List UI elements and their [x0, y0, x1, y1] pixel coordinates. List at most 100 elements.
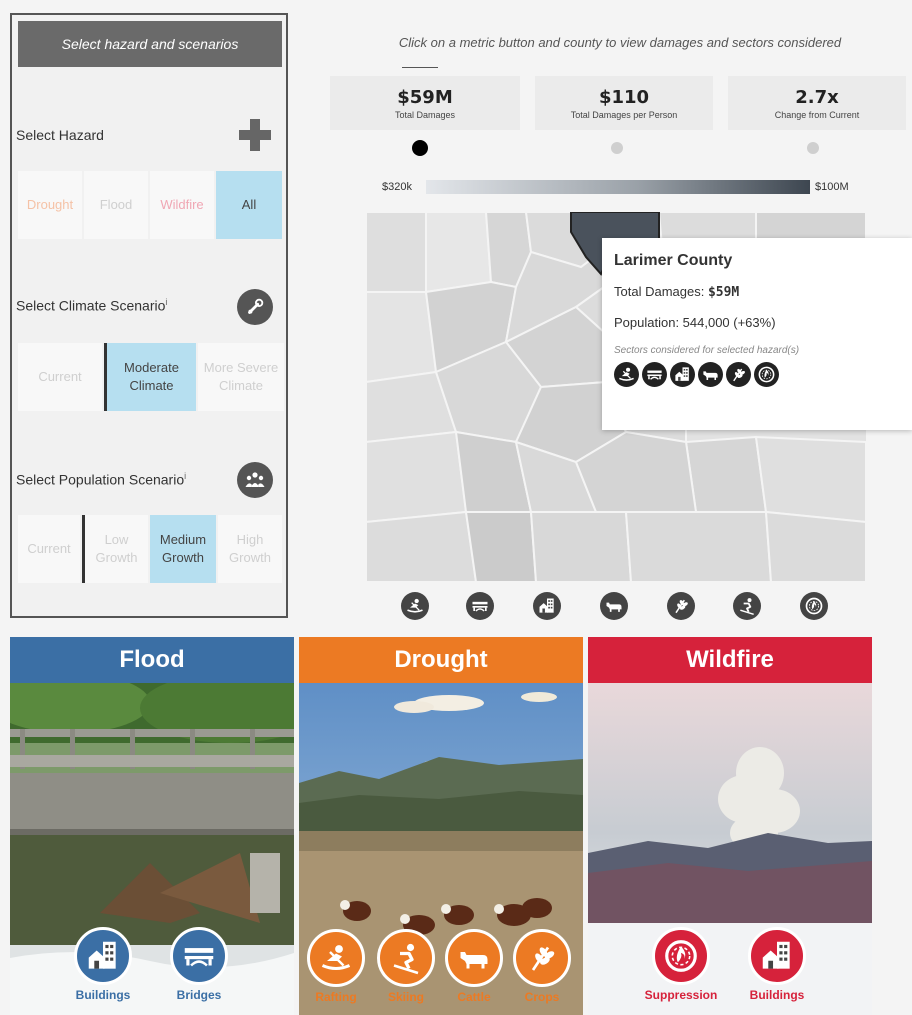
wildfire-card: Wildfire Suppression Buildings: [588, 637, 872, 1015]
drought-skiing-label: Skiing: [387, 990, 424, 1004]
tooltip-damages: Total Damages: $59M: [614, 284, 900, 300]
county[interactable]: [366, 291, 438, 384]
bridges-icon[interactable]: [466, 592, 494, 620]
metric-radio-total-damages[interactable]: [412, 140, 428, 156]
flood-buildings-label: Buildings: [75, 988, 131, 1002]
drought-rafting-label: Rafting: [315, 990, 357, 1004]
hazard-option-wildfire[interactable]: Wildfire: [150, 171, 214, 239]
climate-option-current[interactable]: Current: [18, 343, 102, 411]
county[interactable]: [764, 510, 866, 582]
population-label-text: Select Population Scenario: [16, 471, 185, 488]
flood-card: Flood Buildings Bridges: [10, 637, 294, 1015]
crops-icon: [513, 929, 571, 987]
metric-value: $110: [598, 86, 650, 108]
flood-card-title: Flood: [10, 637, 294, 683]
wildfire-buildings-label: Buildings: [749, 988, 805, 1002]
population-label: Select Population Scenarioi: [16, 471, 186, 488]
wrench-icon: [237, 289, 273, 325]
tooltip-population: Population: 544,000 (+63%): [614, 315, 776, 330]
county[interactable]: [624, 511, 773, 582]
climate-option-moderate[interactable]: Moderate Climate: [104, 343, 196, 411]
metric-total-damages[interactable]: $59M Total Damages: [330, 76, 520, 130]
county[interactable]: [464, 511, 538, 582]
drought-crops-button[interactable]: Crops: [511, 929, 573, 1004]
climate-label: Select Climate Scenarioi: [16, 297, 167, 314]
metric-radio-damages-per-person[interactable]: [611, 142, 623, 154]
cattle-icon: [445, 929, 503, 987]
hazard-options: Drought Flood Wildfire All: [18, 171, 284, 239]
population-info-icon[interactable]: i: [184, 471, 186, 481]
county[interactable]: [425, 212, 493, 294]
legend-color-bar: [426, 180, 810, 194]
metric-change-from-current[interactable]: 2.7x Change from Current: [728, 76, 906, 130]
metric-value: $59M: [397, 86, 453, 108]
people-icon: [237, 462, 273, 498]
climate-label-text: Select Climate Scenario: [16, 297, 166, 314]
flood-photo: [10, 683, 294, 1015]
county[interactable]: [529, 511, 633, 582]
drought-cattle-button[interactable]: Cattle: [443, 929, 505, 1004]
rafting-icon: [307, 929, 365, 987]
cattle-icon[interactable]: [600, 592, 628, 620]
hazard-option-drought[interactable]: Drought: [18, 171, 82, 239]
metric-radio-change-from-current[interactable]: [807, 142, 819, 154]
legend-min-label: $320k: [382, 181, 412, 193]
wildfire-suppression-button[interactable]: Suppression: [645, 927, 717, 1002]
wildfire-suppression-label: Suppression: [644, 988, 718, 1002]
suppression-icon: [652, 927, 710, 985]
population-option-current[interactable]: Current: [18, 515, 80, 583]
county[interactable]: [684, 435, 768, 513]
hazard-option-all[interactable]: All: [216, 171, 282, 239]
county[interactable]: [366, 430, 468, 524]
metric-value: 2.7x: [795, 86, 839, 108]
crops-icon[interactable]: [667, 592, 695, 620]
hazard-option-flood[interactable]: Flood: [84, 171, 148, 239]
scenario-panel: Select hazard and scenarios Select Hazar…: [10, 13, 288, 618]
rafting-icon: [614, 362, 639, 387]
metric-label: Change from Current: [774, 109, 860, 120]
population-options: Current Low Growth Medium Growth High Gr…: [18, 515, 284, 583]
legend-max-label: $100M: [815, 181, 849, 193]
buildings-icon: [74, 927, 132, 985]
county[interactable]: [754, 435, 866, 524]
rafting-icon[interactable]: [401, 592, 429, 620]
county[interactable]: [366, 212, 427, 293]
flood-buildings-button[interactable]: Buildings: [72, 927, 134, 1002]
drought-rafting-button[interactable]: Rafting: [305, 929, 367, 1004]
climate-option-severe[interactable]: More Severe Climate: [198, 343, 284, 411]
climate-info-icon[interactable]: i: [165, 297, 167, 307]
crops-icon: [726, 362, 751, 387]
buildings-icon: [748, 927, 806, 985]
drought-cattle-label: Cattle: [457, 990, 491, 1004]
population-option-low[interactable]: Low Growth: [82, 515, 148, 583]
county[interactable]: [366, 510, 478, 582]
panel-header: Select hazard and scenarios: [18, 21, 282, 67]
drought-card: Drought Rafting Skiing Cattle Crops: [299, 637, 583, 1015]
drought-card-title: Drought: [299, 637, 583, 683]
suppression-icon: [754, 362, 779, 387]
drought-skiing-button[interactable]: Skiing: [375, 929, 437, 1004]
flood-bridges-button[interactable]: Bridges: [168, 927, 230, 1002]
cattle-icon: [698, 362, 723, 387]
suppression-icon[interactable]: [800, 592, 828, 620]
buildings-icon[interactable]: [533, 592, 561, 620]
bridges-icon: [642, 362, 667, 387]
hazard-label: Select Hazard: [16, 127, 104, 143]
tooltip-damages-label: Total Damages:: [614, 284, 708, 299]
wildfire-card-title: Wildfire: [588, 637, 872, 683]
tooltip-title: Larimer County: [614, 252, 733, 269]
population-option-high[interactable]: High Growth: [218, 515, 282, 583]
metric-label: Total Damages per Person: [570, 109, 678, 120]
tooltip-sectors-label: Sectors considered for selected hazard(s…: [614, 345, 800, 356]
wildfire-buildings-button[interactable]: Buildings: [746, 927, 808, 1002]
tooltip-sector-icons: [614, 362, 900, 387]
buildings-icon: [670, 362, 695, 387]
population-option-medium[interactable]: Medium Growth: [150, 515, 216, 583]
skiing-icon: [377, 929, 435, 987]
skiing-icon[interactable]: [733, 592, 761, 620]
flood-bridges-label: Bridges: [176, 988, 222, 1002]
active-tab-indicator: [402, 67, 438, 68]
drought-crops-label: Crops: [524, 990, 560, 1004]
bridges-icon: [170, 927, 228, 985]
metric-damages-per-person[interactable]: $110 Total Damages per Person: [535, 76, 713, 130]
